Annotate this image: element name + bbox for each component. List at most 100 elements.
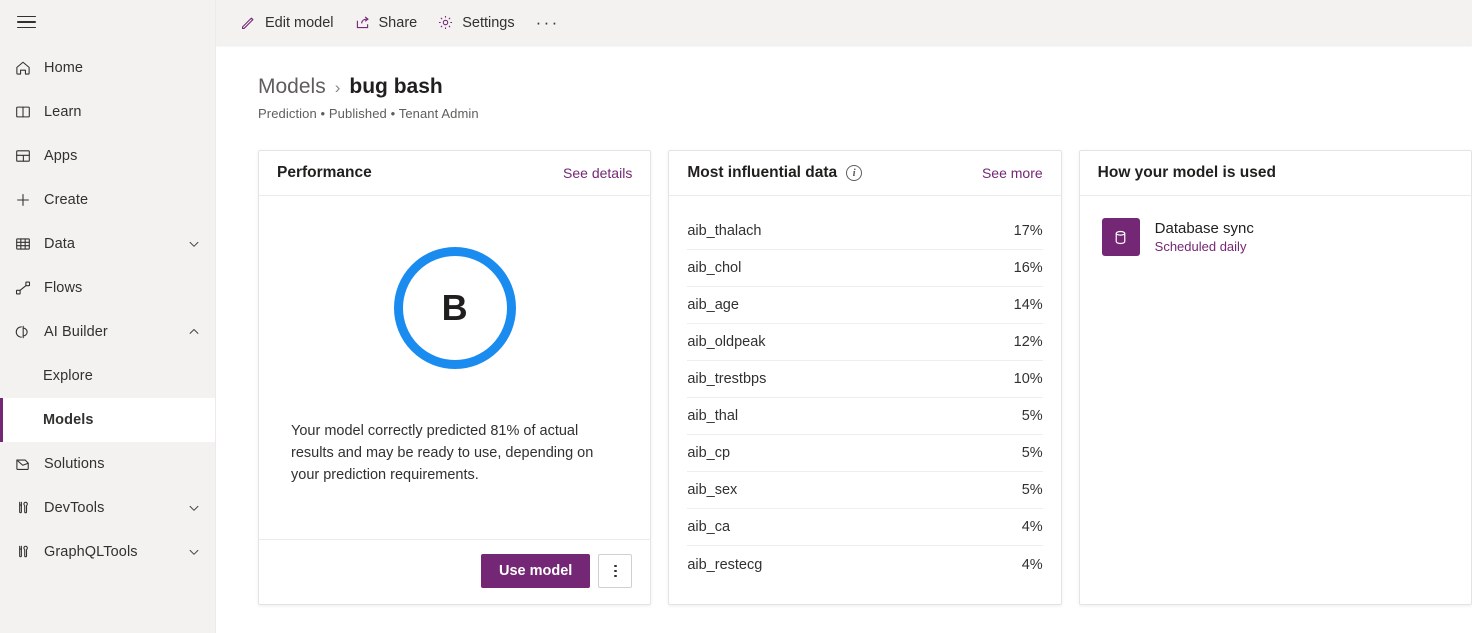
influential-row: aib_age14%: [687, 287, 1042, 324]
influential-list: aib_thalach17%aib_chol16%aib_age14%aib_o…: [669, 196, 1060, 583]
command-bar: Edit model Share: [216, 0, 1472, 45]
chevron-down-icon[interactable]: [185, 543, 203, 561]
influential-card-title: Most influential data: [687, 164, 837, 182]
influential-row: aib_trestbps10%: [687, 361, 1042, 398]
sidebar-item-label: Explore: [43, 368, 203, 384]
influential-row: aib_chol16%: [687, 250, 1042, 287]
sidebar-item-apps[interactable]: Apps: [0, 134, 215, 178]
influential-field-percent: 5%: [1022, 408, 1043, 424]
usage-item[interactable]: Database sync Scheduled daily: [1102, 218, 1453, 256]
usage-card-header: How your model is used: [1080, 151, 1471, 196]
influential-field-name: aib_restecg: [687, 557, 762, 573]
performance-card-body: B Your model correctly predicted 81% of …: [259, 196, 650, 539]
model-meta: Prediction • Published • Tenant Admin: [258, 106, 1472, 121]
tools-icon: [14, 541, 44, 563]
settings-button[interactable]: Settings: [427, 4, 524, 42]
use-model-button[interactable]: Use model: [481, 554, 590, 588]
sidebar-item-solutions[interactable]: Solutions: [0, 442, 215, 486]
ai-brain-icon: [14, 321, 44, 343]
info-circle-icon[interactable]: i: [846, 165, 862, 181]
see-more-link[interactable]: See more: [982, 165, 1043, 181]
see-details-link[interactable]: See details: [563, 165, 632, 181]
influential-field-percent: 4%: [1022, 519, 1043, 535]
hamburger-menu-button[interactable]: [2, 0, 50, 44]
tools-icon: [14, 497, 44, 519]
breadcrumb-separator-icon: ›: [335, 78, 341, 98]
influential-field-percent: 17%: [1014, 223, 1043, 239]
influential-field-percent: 14%: [1014, 297, 1043, 313]
main-area: Edit model Share: [216, 0, 1472, 633]
sidebar-item-label: Flows: [44, 280, 203, 296]
influential-field-name: aib_ca: [687, 519, 730, 535]
gear-icon: [437, 14, 454, 31]
influential-field-percent: 4%: [1022, 557, 1043, 573]
sidebar-item-home[interactable]: Home: [0, 46, 215, 90]
influential-field-name: aib_chol: [687, 260, 741, 276]
usage-item-title: Database sync: [1155, 220, 1254, 237]
sidebar-item-label: Data: [44, 236, 185, 252]
sidebar-item-label: Apps: [44, 148, 203, 164]
settings-label: Settings: [462, 15, 514, 31]
sidebar-item-label: Solutions: [44, 456, 203, 472]
usage-card-title: How your model is used: [1098, 164, 1276, 182]
table-icon: [14, 233, 44, 255]
hamburger-icon: [17, 12, 36, 32]
influential-field-name: aib_trestbps: [687, 371, 766, 387]
chevron-down-icon[interactable]: [185, 235, 203, 253]
sidebar-item-learn[interactable]: Learn: [0, 90, 215, 134]
influential-card-header: Most influential data i See more: [669, 151, 1060, 196]
grade-letter: B: [442, 287, 468, 329]
influential-card-title-wrap: Most influential data i: [687, 164, 862, 182]
edit-model-button[interactable]: Edit model: [230, 4, 344, 42]
sidebar-item-devtools[interactable]: DevTools: [0, 486, 215, 530]
sidebar-item-explore[interactable]: Explore: [0, 354, 215, 398]
influential-field-percent: 5%: [1022, 482, 1043, 498]
performance-card-footer: Use model: [259, 539, 650, 604]
flow-icon: [14, 277, 44, 299]
share-button[interactable]: Share: [344, 4, 428, 42]
influential-field-name: aib_sex: [687, 482, 737, 498]
apps-grid-icon: [14, 145, 44, 167]
chevron-up-icon[interactable]: [185, 323, 203, 341]
influential-row: aib_restecg 4%: [687, 546, 1042, 583]
pencil-icon: [240, 14, 257, 31]
influential-field-name: aib_thalach: [687, 223, 761, 239]
performance-card-title: Performance: [277, 164, 372, 182]
sidebar-item-models[interactable]: Models: [0, 398, 215, 442]
plus-icon: [14, 189, 44, 211]
breadcrumb-parent-link[interactable]: Models: [258, 75, 326, 99]
sidebar-item-flows[interactable]: Flows: [0, 266, 215, 310]
sidebar-item-ai-builder[interactable]: AI Builder: [0, 310, 215, 354]
page-title: bug bash: [349, 75, 442, 99]
influential-row: aib_ca 4%: [687, 509, 1042, 546]
sidebar: Home Learn Apps Create Data Flows AI Builder Ex…: [0, 0, 216, 633]
sidebar-item-graphqltools[interactable]: GraphQLTools: [0, 530, 215, 574]
model-usage-card: How your model is used Database sync Sche…: [1079, 150, 1472, 605]
sidebar-item-label: Home: [44, 60, 203, 76]
performance-card-header: Performance See details: [259, 151, 650, 196]
chevron-down-icon[interactable]: [185, 499, 203, 517]
home-icon: [14, 57, 44, 79]
page-content: Models › bug bash Prediction • Published…: [216, 45, 1472, 605]
performance-more-button[interactable]: [598, 554, 632, 588]
edit-model-label: Edit model: [265, 15, 334, 31]
influential-row: aib_sex 5%: [687, 472, 1042, 509]
sidebar-item-label: GraphQLTools: [44, 544, 185, 560]
app-root: Home Learn Apps Create Data Flows AI Builder Ex…: [0, 0, 1472, 633]
usage-item-text: Database sync Scheduled daily: [1155, 220, 1254, 254]
sidebar-item-label: Learn: [44, 104, 203, 120]
performance-card: Performance See details B Your model cor…: [258, 150, 651, 605]
more-commands-button[interactable]: ···: [531, 4, 565, 42]
sidebar-item-create[interactable]: Create: [0, 178, 215, 222]
influential-field-name: aib_oldpeak: [687, 334, 765, 350]
usage-item-subtitle: Scheduled daily: [1155, 239, 1254, 254]
influential-field-percent: 5%: [1022, 445, 1043, 461]
grade-ring: B: [394, 247, 516, 369]
grade-wrapper: B: [394, 247, 516, 369]
influential-data-card: Most influential data i See more aib_tha…: [668, 150, 1061, 605]
solutions-icon: [14, 453, 44, 475]
influential-row: aib_oldpeak12%: [687, 324, 1042, 361]
usage-list: Database sync Scheduled daily: [1080, 196, 1471, 256]
influential-row: aib_thalach 17%: [687, 213, 1042, 250]
sidebar-item-data[interactable]: Data: [0, 222, 215, 266]
